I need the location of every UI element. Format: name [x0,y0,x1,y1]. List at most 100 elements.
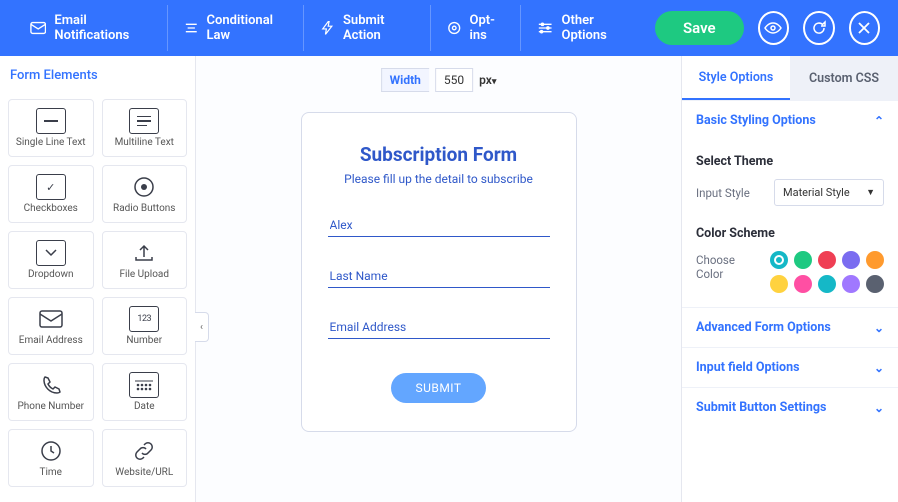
element-email-address[interactable]: Email Address [8,297,94,355]
last-name-input[interactable] [328,265,550,288]
accordion-label: Basic Styling Options [696,113,816,128]
color-scheme-label: Color Scheme [696,226,884,241]
element-label: File Upload [120,270,170,280]
form-subtitle: Please fill up the detail to subscribe [328,172,550,186]
nav-submit-action[interactable]: Submit Action [308,5,431,51]
select-theme-label: Select Theme [696,154,884,169]
accordion-submit-button[interactable]: Submit Button Settings ⌄ [682,387,898,427]
tab-style-options[interactable]: Style Options [682,56,790,100]
accordion-label: Advanced Form Options [696,320,831,335]
chevron-down-icon: ▼ [866,187,875,198]
phone-icon [36,372,66,398]
element-label: Radio Buttons [113,204,175,214]
element-dropdown[interactable]: Dropdown [8,231,94,289]
nav-label: Conditional Law [207,13,292,43]
color-swatch[interactable] [866,251,884,269]
element-radio-buttons[interactable]: Radio Buttons [102,165,188,223]
preview-button[interactable] [758,11,789,45]
element-date[interactable]: Date [102,363,188,421]
accordion-input-field[interactable]: Input field Options ⌄ [682,347,898,387]
width-label: Width [381,68,429,92]
element-file-upload[interactable]: File Upload [102,231,188,289]
color-swatch[interactable] [770,275,788,293]
element-number[interactable]: 123 Number [102,297,188,355]
width-value[interactable]: 550 [435,68,473,92]
element-label: Website/URL [115,468,173,478]
number-icon: 123 [129,306,159,332]
color-swatches [764,251,884,293]
element-website-url[interactable]: Website/URL [102,429,188,487]
element-label: Email Address [19,336,83,346]
element-label: Multiline Text [115,138,174,148]
element-single-line-text[interactable]: Single Line Text [8,99,94,157]
main: Form Elements Single Line Text Multiline… [0,56,898,502]
nav-label: Email Notifications [54,13,155,43]
color-swatch[interactable] [866,275,884,293]
element-phone-number[interactable]: Phone Number [8,363,94,421]
element-label: Time [40,468,62,478]
target-icon [447,20,461,36]
nav-conditional-law[interactable]: Conditional Law [172,5,304,51]
color-swatch[interactable] [842,251,860,269]
chevron-down-icon: ⌄ [874,361,884,375]
element-label: Dropdown [28,270,74,280]
style-panel: Basic Styling Options ⌃ Select Theme Inp… [682,100,898,502]
form-preview[interactable]: Subscription Form Please fill up the det… [301,112,577,432]
email-icon [36,306,66,332]
sliders-icon [537,21,553,35]
chevron-up-icon: ⌃ [874,114,884,128]
element-time[interactable]: Time [8,429,94,487]
accordion-advanced-form[interactable]: Advanced Form Options ⌄ [682,307,898,347]
conditional-icon [184,20,199,36]
upload-icon [129,240,159,266]
right-tabs: Style Options Custom CSS [682,56,898,100]
clock-icon [36,438,66,464]
accordion-label: Submit Button Settings [696,400,826,415]
element-label: Single Line Text [16,138,86,148]
nav-other-options[interactable]: Other Options [525,5,647,51]
first-name-input[interactable] [328,214,550,237]
width-unit-select[interactable]: px▾ [479,73,496,87]
radio-icon [129,174,159,200]
canvas: ‹ Width 550 px▾ Subscription Form Please… [196,56,682,502]
refresh-button[interactable] [803,11,834,45]
color-swatch[interactable] [794,251,812,269]
multiline-icon [129,108,159,134]
element-checkboxes[interactable]: ✓ Checkboxes [8,165,94,223]
nav-label: Submit Action [343,13,418,43]
accordion-label: Input field Options [696,360,800,375]
link-icon [129,438,159,464]
element-label: Number [126,336,162,346]
form-submit-button[interactable]: SUBMIT [391,373,485,403]
width-control: Width 550 px▾ [381,68,497,92]
save-button[interactable]: Save [655,11,744,45]
choose-color-label: Choose Color [696,253,756,281]
element-multiline-text[interactable]: Multiline Text [102,99,188,157]
nav-email-notifications[interactable]: Email Notifications [18,5,168,51]
email-input[interactable] [328,316,550,339]
input-style-select[interactable]: Material Style ▼ [774,179,884,206]
collapse-left-handle[interactable]: ‹ [195,312,209,342]
right-sidebar: Style Options Custom CSS Basic Styling O… [682,56,898,502]
nav-label: Other Options [562,13,635,43]
basic-styling-body: Select Theme Input Style Material Style … [682,140,898,307]
close-icon [857,21,871,35]
color-swatch[interactable] [770,251,788,269]
element-label: Phone Number [17,402,84,412]
color-swatch[interactable] [818,275,836,293]
color-swatch[interactable] [818,251,836,269]
chevron-down-icon: ⌄ [874,321,884,335]
refresh-icon [811,20,827,36]
color-swatch[interactable] [794,275,812,293]
close-button[interactable] [849,11,880,45]
nav-label: Opt-ins [470,13,509,43]
dropdown-icon [36,240,66,266]
tab-custom-css[interactable]: Custom CSS [790,56,898,100]
topbar: Email Notifications Conditional Law Subm… [0,0,898,56]
element-label: Date [134,402,155,412]
calendar-icon [129,372,159,398]
accordion-basic-styling[interactable]: Basic Styling Options ⌃ [682,100,898,140]
bolt-icon [320,20,335,36]
nav-opt-ins[interactable]: Opt-ins [435,5,521,51]
color-swatch[interactable] [842,275,860,293]
